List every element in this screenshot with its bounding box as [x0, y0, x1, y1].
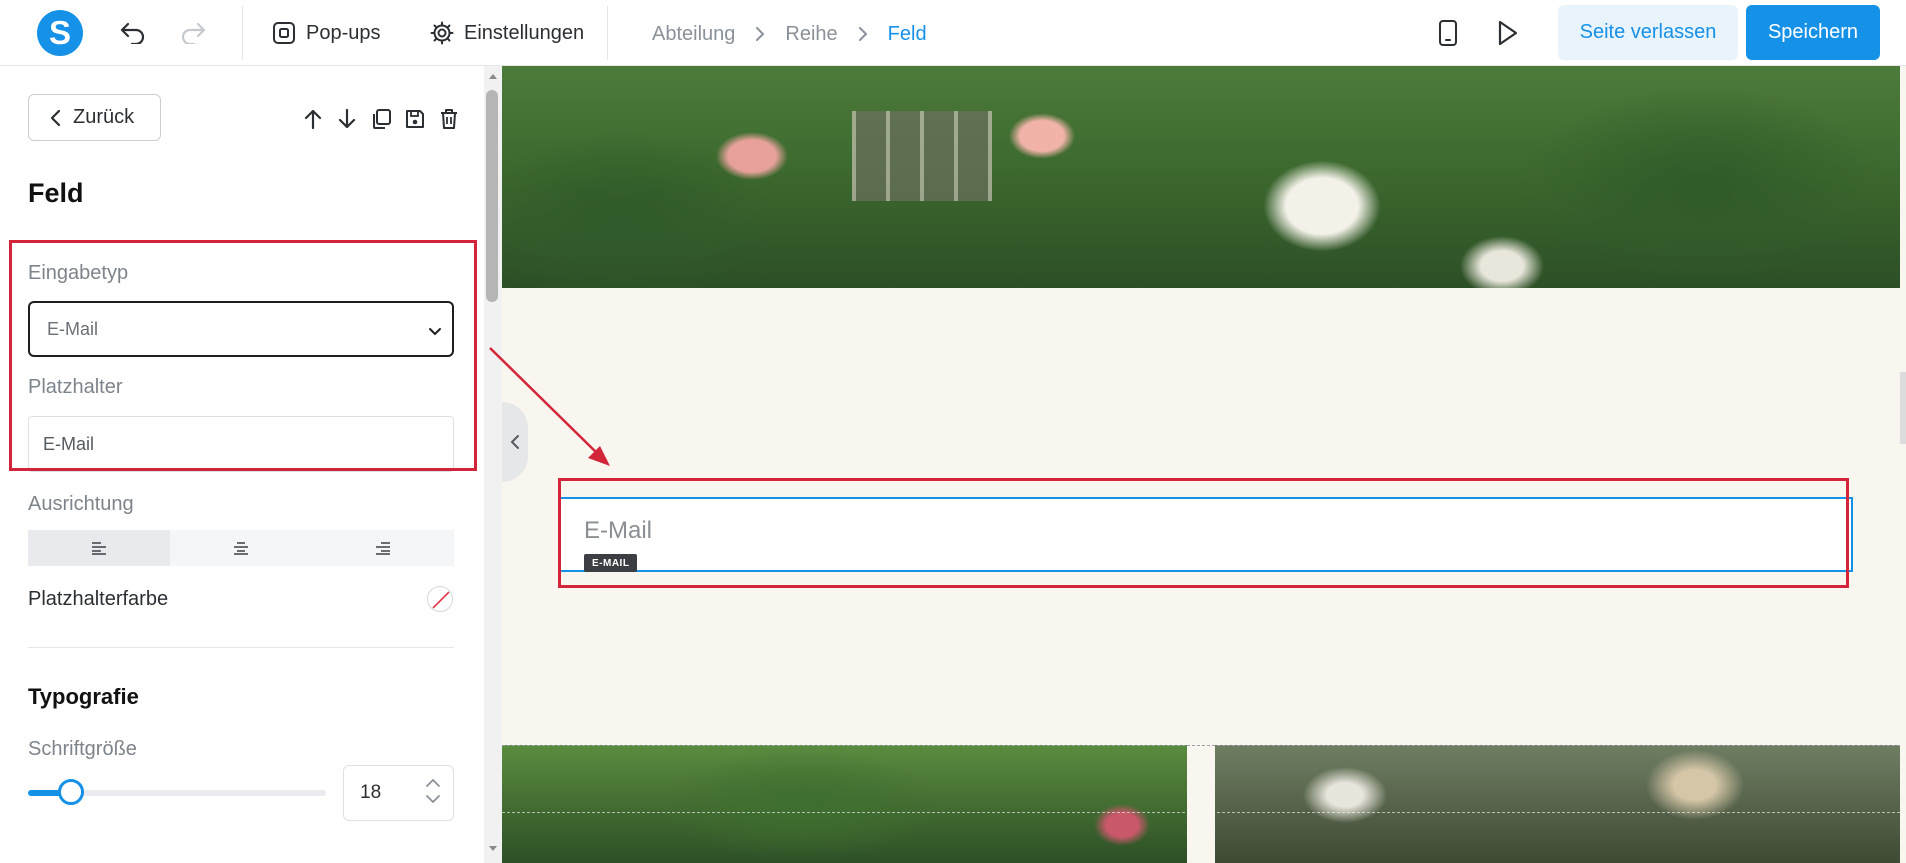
top-bar: S Pop-ups Einstellungen Abteilung Reihe … — [0, 0, 1906, 66]
settings-label: Einstellungen — [464, 21, 585, 44]
editor-canvas: E-Mail E-MAIL — [502, 66, 1906, 863]
garden-image-left — [502, 745, 1187, 863]
play-icon[interactable] — [1491, 16, 1525, 50]
sidebar-scrollbar-thumb[interactable] — [486, 90, 498, 302]
move-down-icon[interactable] — [334, 106, 360, 132]
font-size-input[interactable]: 18 — [343, 765, 454, 821]
settings-button[interactable]: Einstellungen — [430, 14, 584, 52]
back-label: Zurück — [73, 106, 135, 128]
breadcrumb: Abteilung Reihe Feld — [652, 20, 927, 48]
back-button[interactable]: Zurück — [28, 94, 161, 141]
section-divider — [28, 647, 454, 648]
align-right-icon — [376, 542, 390, 555]
align-right-button[interactable] — [312, 530, 454, 566]
garden-image-right — [1215, 745, 1900, 863]
save-element-icon[interactable] — [402, 106, 428, 132]
trash-icon[interactable] — [436, 106, 462, 132]
row-guide-line — [502, 812, 1900, 813]
font-size-slider-handle[interactable] — [58, 779, 84, 805]
app-logo[interactable]: S — [37, 10, 83, 56]
popups-label: Pop-ups — [306, 21, 381, 44]
popup-icon — [273, 22, 295, 44]
font-size-label: Schriftgröße — [28, 738, 137, 760]
annotation-box-settings — [9, 240, 477, 471]
mobile-preview-icon[interactable] — [1431, 16, 1465, 50]
garden-hero-image — [502, 66, 1900, 288]
element-toolbar — [300, 106, 462, 132]
duplicate-icon[interactable] — [368, 106, 394, 132]
breadcrumb-field[interactable]: Feld — [888, 23, 927, 46]
undo-icon[interactable] — [116, 16, 150, 50]
chevron-left-icon — [50, 109, 61, 126]
align-center-button[interactable] — [170, 530, 312, 566]
typography-title: Typografie — [28, 684, 139, 709]
font-size-value: 18 — [360, 782, 382, 803]
align-left-icon — [92, 542, 106, 555]
row-guide-line — [502, 745, 1900, 746]
gear-icon — [430, 21, 454, 45]
alignment-label: Ausrichtung — [28, 493, 134, 515]
annotation-box-field — [558, 478, 1849, 588]
alignment-toggle-group — [28, 530, 454, 566]
hero-window-detail — [852, 111, 992, 201]
save-button[interactable]: Speichern — [1746, 5, 1880, 60]
redo-icon[interactable] — [176, 16, 210, 50]
breadcrumb-row[interactable]: Reihe — [785, 23, 837, 46]
placeholder-color-label: Platzhalterfarbe — [28, 588, 169, 610]
placeholder-color-swatch[interactable] — [427, 586, 453, 612]
chevron-right-icon — [858, 26, 868, 42]
resize-handle[interactable] — [1900, 372, 1906, 444]
toolbar-divider — [607, 6, 608, 60]
move-up-icon[interactable] — [300, 106, 326, 132]
popups-button[interactable]: Pop-ups — [272, 14, 381, 52]
align-left-button[interactable] — [28, 530, 170, 566]
align-center-icon — [234, 542, 248, 555]
toolbar-divider — [242, 6, 243, 60]
stepper-icon[interactable] — [425, 778, 441, 804]
panel-title: Feld — [28, 178, 84, 208]
chevron-right-icon — [755, 26, 765, 42]
leave-page-button[interactable]: Seite verlassen — [1558, 5, 1738, 60]
annotation-arrow-icon — [489, 347, 610, 466]
breadcrumb-section[interactable]: Abteilung — [652, 23, 735, 46]
